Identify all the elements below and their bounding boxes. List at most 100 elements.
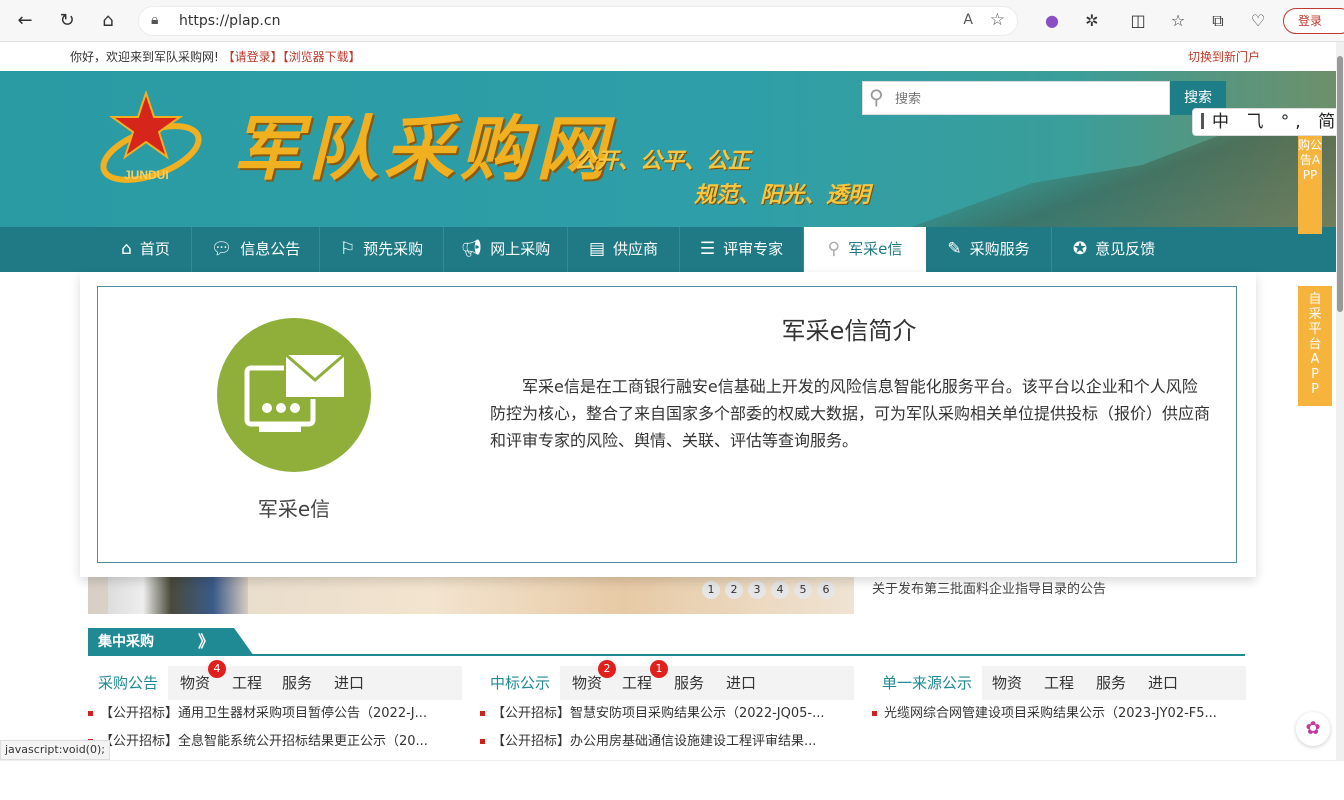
login-link[interactable]: 【请登录】 [223, 50, 283, 64]
list-item[interactable]: 【公开招标】智慧安防项目采购结果公示（2022-JQ05-... [480, 700, 854, 728]
read-aloud-icon[interactable]: A [963, 12, 973, 28]
refresh-icon[interactable]: ↻ [54, 8, 80, 34]
junca-exin-label[interactable]: 军采e信 [216, 493, 372, 522]
nav-item-pre-procurement[interactable]: ⚐ 预先采购 [320, 227, 444, 272]
nav-label: 供应商 [613, 240, 659, 258]
ime-status-text: 中 ⺄ °, 简 [1212, 112, 1342, 132]
address-bar[interactable]: 🔒︎ https://plap.cn A ☆ [138, 6, 1018, 36]
list-item[interactable]: 光缆网综合网管建设项目采购结果公示（2023-JY02-F5... [872, 700, 1246, 728]
section-divider [88, 654, 1245, 656]
ime-toolbar[interactable]: 中 ⺄ °, 简 [1192, 108, 1344, 136]
nav-item-home[interactable]: ⌂ 首页 [100, 227, 192, 272]
panel-tabs: 中标公示 物资 2 工程 1 服务 进口 [480, 660, 854, 700]
tab-goods[interactable]: 物资 [992, 666, 1022, 700]
search-input[interactable] [895, 88, 1155, 108]
nav-item-announcements[interactable]: 💬︎ 信息公告 [192, 227, 320, 272]
browser-download-link[interactable]: 【浏览器下载】 [283, 50, 361, 64]
nav-label: 信息公告 [240, 240, 301, 258]
side-tab-procurement-app[interactable]: 购公告APP [1298, 136, 1322, 234]
flag-icon: ⚐ [339, 239, 356, 259]
nav-item-online-procurement[interactable]: 📢︎ 网上采购 [444, 227, 568, 272]
nav-item-suppliers[interactable]: ▤ 供应商 [568, 227, 680, 272]
count-badge: 2 [598, 660, 616, 678]
favorite-star-icon[interactable]: ☆ [990, 10, 1005, 30]
back-arrow-icon[interactable]: ← [12, 8, 38, 34]
profile-login-button[interactable]: 登录 [1283, 8, 1344, 34]
scrollbar-thumb[interactable] [1337, 56, 1343, 312]
tab-goods[interactable]: 物资 [180, 666, 210, 700]
list-item[interactable]: 【公开招标】办公用房基础通信设施建设工程评审结果... [480, 728, 854, 756]
nav-label: 首页 [139, 240, 170, 258]
award-icon: ✪ [1072, 239, 1088, 259]
carousel-image [108, 577, 248, 614]
list-item[interactable]: 【公开招标】全息智能系统公开招标结果更正公示（20... [88, 728, 462, 756]
single-source-panel: 单一来源公示 物资 工程 服务 进口 光缆网综合网管建设项目采购结果公示（202… [872, 666, 1246, 760]
site-banner: JUNDUI 军队采购网 公开、公平、公正 规范、阳光、透明 ⚲ 搜索 [0, 71, 1336, 227]
browser-essentials-icon[interactable]: ♡ [1246, 9, 1270, 33]
nav-label: 军采e信 [848, 240, 903, 258]
tab-award-notices[interactable]: 中标公示 [480, 666, 561, 700]
logo-badge-text: JUNDUI [124, 168, 169, 182]
tab-services[interactable]: 服务 [674, 666, 704, 700]
switch-portal-link[interactable]: 切换到新门户 [1188, 48, 1260, 65]
tab-imports[interactable]: 进口 [1148, 666, 1178, 700]
tab-engineering[interactable]: 工程 [232, 666, 262, 700]
extensions-puzzle-icon[interactable]: ✲ [1080, 9, 1104, 33]
panel-tabs: 采购公告 物资 4 工程 服务 进口 [88, 660, 462, 700]
carousel-dot[interactable]: 2 [725, 581, 743, 599]
tab-single-source[interactable]: 单一来源公示 [872, 666, 983, 700]
count-badge: 4 [208, 660, 226, 678]
tab-engineering[interactable]: 工程 [622, 666, 652, 700]
url-text: https://plap.cn [179, 13, 281, 29]
carousel-dot[interactable]: 1 [702, 581, 720, 599]
side-tab-self-procurement-app[interactable]: 自采平台APP [1298, 286, 1332, 406]
collections-icon[interactable]: ⧉ [1206, 9, 1230, 33]
megaphone-icon: 📢︎ [460, 239, 483, 259]
greeting-text: 你好，欢迎来到军队采购网! [70, 50, 219, 64]
page-bottom-blank [0, 760, 1344, 800]
double-chevron-icon: 》 [198, 632, 215, 651]
nav-label: 采购服务 [969, 240, 1030, 258]
site-logo-text[interactable]: 军队采购网 [232, 93, 612, 194]
copilot-icon[interactable]: ✿ [1296, 712, 1330, 746]
page-scrollbar[interactable] [1336, 42, 1344, 760]
carousel-dot[interactable]: 4 [771, 581, 789, 599]
news-headline-link[interactable]: 关于发布第三批面料企业指导目录的公告 [872, 578, 1106, 597]
army-star-logo-icon[interactable]: JUNDUI [96, 83, 216, 193]
intro-title: 军采e信简介 [781, 317, 917, 345]
split-screen-icon[interactable]: ◫ [1126, 9, 1150, 33]
tab-services[interactable]: 服务 [282, 666, 312, 700]
nav-item-procurement-service[interactable]: ✎ 采购服务 [926, 227, 1052, 272]
list-item[interactable]: 【公开招标】通用卫生器材采购项目暂停公告（2022-J... [88, 700, 462, 728]
junca-exin-logo-icon[interactable] [217, 318, 371, 472]
ime-grip-handle[interactable] [1201, 113, 1204, 129]
nav-item-feedback[interactable]: ✪ 意见反馈 [1052, 227, 1176, 272]
home-icon[interactable]: ⌂ [95, 8, 121, 34]
tab-imports[interactable]: 进口 [334, 666, 364, 700]
tab-procurement-announcements[interactable]: 采购公告 [88, 666, 169, 700]
section-title-text: 集中采购 [98, 634, 154, 650]
carousel-dot[interactable]: 5 [794, 581, 812, 599]
person-list-icon: ☰ [699, 239, 716, 259]
carousel-dot[interactable]: 6 [817, 581, 835, 599]
nav-label: 意见反馈 [1095, 240, 1156, 258]
search-icon: ⚲ [827, 239, 841, 259]
extension-brain-icon[interactable]: ● [1040, 9, 1064, 33]
greeting-line: 你好，欢迎来到军队采购网! 【请登录】【浏览器下载】 [70, 48, 361, 65]
tab-services[interactable]: 服务 [1096, 666, 1126, 700]
favorites-icon[interactable]: ☆ [1166, 9, 1190, 33]
search-icon: ⚲ [869, 85, 884, 109]
carousel-pagination: 123456 [702, 578, 840, 599]
intro-panel: 军采e信 军采e信简介 军采e信是在工商银行融安e信基础上开发的风险信息智能化服… [97, 286, 1237, 563]
nav-item-experts[interactable]: ☰ 评审专家 [680, 227, 804, 272]
main-navbar: ⌂ 首页 💬︎ 信息公告 ⚐ 预先采购 📢︎ 网上采购 ▤ 供应商 ☰ 评审专家 ⚲ 军采e信… [0, 227, 1336, 272]
carousel-dot[interactable]: 3 [748, 581, 766, 599]
status-bar-url: javascript:void(0); [0, 740, 110, 760]
nav-item-junca-exin[interactable]: ⚲ 军采e信 [804, 227, 926, 272]
tab-engineering[interactable]: 工程 [1044, 666, 1074, 700]
search-box: ⚲ [862, 81, 1170, 115]
top-info-bar: 你好，欢迎来到军队采购网! 【请登录】【浏览器下载】 切换到新门户 [0, 42, 1344, 71]
tab-imports[interactable]: 进口 [726, 666, 756, 700]
procurement-announcements-panel: 采购公告 物资 4 工程 服务 进口 【公开招标】通用卫生器材采购项目暂停公告（… [88, 660, 462, 760]
slogan-line-1: 公开、公平、公正 [574, 149, 751, 174]
